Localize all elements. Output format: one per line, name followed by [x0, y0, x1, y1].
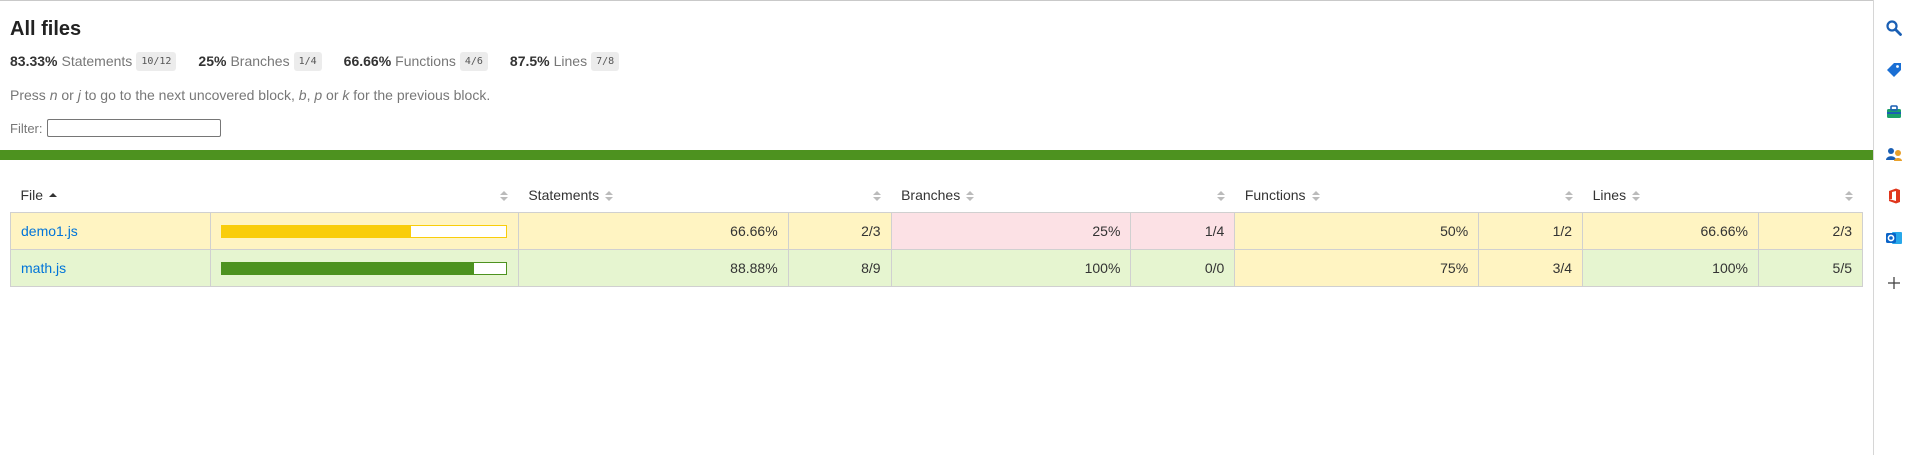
sidebar-office-button[interactable] — [1874, 179, 1914, 213]
summary-fraction: 7/8 — [591, 51, 620, 71]
header-branches-raw[interactable] — [1131, 178, 1235, 213]
lines-frac: 5/5 — [1757, 249, 1864, 287]
statements-pct: 66.66% — [517, 212, 789, 250]
summary-fraction: 1/4 — [293, 51, 322, 71]
office-icon — [1889, 188, 1900, 204]
summary-fraction: 10/12 — [136, 51, 177, 71]
sidebar-shopping-button[interactable] — [1874, 53, 1914, 87]
sort-icon — [1632, 191, 1641, 202]
table-row: demo1.js 66.66% 2/3 25% 1/4 50% 1/2 66.6… — [10, 212, 1864, 250]
summary-label: Lines — [553, 53, 588, 69]
header-lines-raw[interactable] — [1758, 178, 1862, 213]
coverage-bar — [220, 224, 507, 238]
sort-icon — [873, 191, 882, 202]
branches-pct: 25% — [890, 212, 1132, 250]
statements-frac: 8/9 — [787, 249, 892, 287]
statements-pct: 88.88% — [517, 249, 789, 287]
file-link[interactable]: math.js — [21, 260, 66, 276]
sidebar-tools-button[interactable] — [1874, 95, 1914, 129]
statements-frac: 2/3 — [787, 212, 892, 250]
people-icon — [1886, 148, 1902, 161]
sort-icon — [966, 191, 975, 202]
sidebar-games-button[interactable] — [1874, 137, 1914, 171]
functions-frac: 1/2 — [1478, 212, 1584, 250]
sort-icon — [1844, 191, 1853, 202]
sort-icon — [1564, 191, 1573, 202]
coverage-bar-cell — [209, 249, 519, 287]
summary-pct: 25% — [198, 53, 227, 69]
sort-asc-icon — [49, 193, 58, 199]
coverage-report: All files 83.33% Statements 10/12 25% Br… — [0, 0, 1873, 455]
summary-functions: 66.66% Functions 4/6 — [343, 51, 488, 71]
page-title: All files — [10, 18, 82, 40]
toolbox-icon — [1887, 105, 1901, 118]
plus-icon — [1888, 277, 1900, 289]
table-header-row: File Statements Branches Functions Lines — [11, 178, 1863, 213]
functions-frac: 3/4 — [1478, 249, 1584, 287]
header-file[interactable]: File — [11, 178, 211, 213]
browser-sidebar — [1873, 0, 1914, 455]
filter-input[interactable] — [46, 119, 221, 137]
branches-frac: 0/0 — [1130, 249, 1236, 287]
sidebar-add-button[interactable] — [1874, 266, 1914, 300]
header-branches[interactable]: Branches — [891, 178, 1131, 213]
filter-label: Filter: — [10, 120, 43, 136]
header-lines[interactable]: Lines — [1583, 178, 1759, 213]
coverage-bar-cell — [209, 212, 519, 250]
lines-pct: 66.66% — [1582, 212, 1759, 250]
sidebar-outlook-button[interactable] — [1874, 221, 1914, 255]
functions-pct: 75% — [1234, 249, 1480, 287]
lines-frac: 2/3 — [1757, 212, 1864, 250]
summary-pct: 66.66% — [343, 53, 392, 69]
sort-icon — [1311, 191, 1320, 202]
header-file-bar[interactable] — [210, 178, 518, 213]
branches-frac: 1/4 — [1130, 212, 1236, 250]
header-statements-raw[interactable] — [788, 178, 891, 213]
search-icon — [1886, 20, 1902, 36]
tag-icon — [1887, 63, 1901, 77]
coverage-summary: 83.33% Statements 10/12 25% Branches 1/4… — [10, 48, 1863, 74]
summary-label: Branches — [230, 53, 290, 69]
summary-label: Statements — [61, 53, 133, 69]
outlook-icon — [1886, 232, 1902, 244]
functions-pct: 50% — [1234, 212, 1480, 250]
header-functions-raw[interactable] — [1479, 178, 1583, 213]
coverage-bar-fill — [221, 225, 412, 237]
coverage-status-bar — [0, 150, 1873, 160]
summary-branches: 25% Branches 1/4 — [198, 51, 322, 71]
sort-icon — [500, 191, 509, 202]
filter-row: Filter: — [10, 117, 1863, 139]
summary-statements: 83.33% Statements 10/12 — [10, 51, 177, 71]
table-row: math.js 88.88% 8/9 100% 0/0 75% 3/4 100%… — [10, 249, 1864, 287]
sort-icon — [1216, 191, 1225, 202]
coverage-bar-fill — [221, 262, 475, 274]
sort-icon — [605, 191, 614, 202]
summary-lines: 87.5% Lines 7/8 — [509, 51, 620, 71]
header-statements[interactable]: Statements — [518, 178, 788, 213]
sidebar-search-button[interactable] — [1874, 11, 1914, 45]
summary-fraction: 4/6 — [459, 51, 488, 71]
summary-label: Functions — [395, 53, 456, 69]
lines-pct: 100% — [1582, 249, 1759, 287]
header-functions[interactable]: Functions — [1235, 178, 1479, 213]
coverage-table: File Statements Branches Functions Lines… — [10, 178, 1864, 287]
file-cell: math.js — [10, 249, 211, 287]
file-link[interactable]: demo1.js — [21, 223, 78, 239]
summary-pct: 87.5% — [509, 53, 550, 69]
branches-pct: 100% — [890, 249, 1132, 287]
keyboard-hint: Press n or j to go to the next uncovered… — [10, 87, 491, 103]
summary-pct: 83.33% — [10, 53, 58, 69]
file-cell: demo1.js — [10, 212, 211, 250]
coverage-bar — [220, 261, 507, 275]
